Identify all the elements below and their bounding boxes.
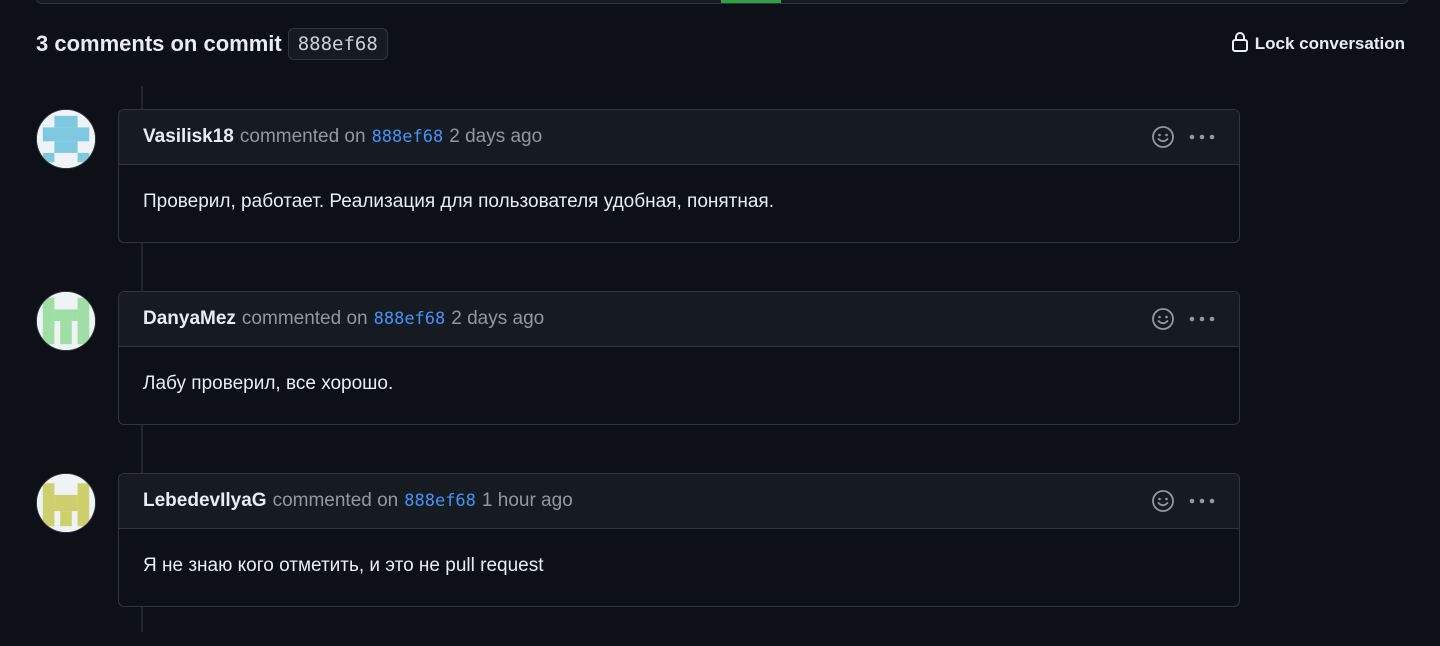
avatar[interactable] — [36, 109, 96, 169]
comments-title: 3 comments on commit — [36, 31, 282, 56]
commit-sha-badge: 888ef68 — [287, 28, 388, 60]
comment: LebedevIlyaG commented on 888ef68 1 hour… — [36, 473, 1240, 609]
comment-body: Лабу проверил, все хорошо. — [143, 373, 394, 394]
comment-box: DanyaMez commented on 888ef68 2 days ago — [118, 291, 1240, 425]
comment-box: Vasilisk18 commented on 888ef68 2 days a… — [118, 109, 1240, 243]
comment-verb: commented on — [241, 308, 368, 329]
smiley-icon[interactable] — [1151, 489, 1175, 513]
kebab-horizontal-icon[interactable] — [1189, 315, 1215, 323]
comment: Vasilisk18 commented on 888ef68 2 days a… — [36, 109, 1240, 245]
progress-segment — [721, 0, 781, 3]
previous-panel-edge — [36, 0, 1408, 4]
comment-actions — [1151, 489, 1215, 513]
lock-conversation-label: Lock conversation — [1254, 34, 1405, 53]
comment-verb: commented on — [239, 126, 366, 147]
comment-author[interactable]: DanyaMez — [143, 308, 236, 330]
comment-author[interactable]: Vasilisk18 — [143, 126, 234, 148]
comments-header: 3 comments on commit 888ef68 Lock conver… — [36, 26, 1405, 62]
lock-icon — [1231, 31, 1249, 58]
avatar[interactable] — [36, 473, 96, 533]
commit-sha-link[interactable]: 888ef68 — [374, 309, 446, 329]
avatar[interactable] — [36, 291, 96, 351]
comment-author[interactable]: LebedevIlyaG — [143, 490, 267, 512]
comment: DanyaMez commented on 888ef68 2 days ago — [36, 291, 1240, 427]
comment-body: Я не знаю кого отметить, и это не pull r… — [143, 555, 544, 576]
comment-verb: commented on — [272, 490, 399, 511]
comment-body: Проверил, работает. Реализация для польз… — [143, 191, 774, 212]
commit-sha-link[interactable]: 888ef68 — [404, 491, 476, 511]
comment-actions — [1151, 125, 1215, 149]
comment-header: LebedevIlyaG commented on 888ef68 1 hour… — [119, 474, 1239, 529]
comment-header: Vasilisk18 commented on 888ef68 2 days a… — [119, 110, 1239, 165]
kebab-horizontal-icon[interactable] — [1189, 133, 1215, 141]
comment-header: DanyaMez commented on 888ef68 2 days ago — [119, 292, 1239, 347]
comment-box: LebedevIlyaG commented on 888ef68 1 hour… — [118, 473, 1240, 607]
smiley-icon[interactable] — [1151, 307, 1175, 331]
smiley-icon[interactable] — [1151, 125, 1175, 149]
comment-timestamp[interactable]: 1 hour ago — [482, 490, 573, 512]
comment-timestamp[interactable]: 2 days ago — [451, 308, 544, 330]
comment-actions — [1151, 307, 1215, 331]
kebab-horizontal-icon[interactable] — [1189, 497, 1215, 505]
comment-timestamp[interactable]: 2 days ago — [449, 126, 542, 148]
lock-conversation-button[interactable]: Lock conversation — [1231, 31, 1405, 58]
commit-sha-link[interactable]: 888ef68 — [372, 127, 444, 147]
